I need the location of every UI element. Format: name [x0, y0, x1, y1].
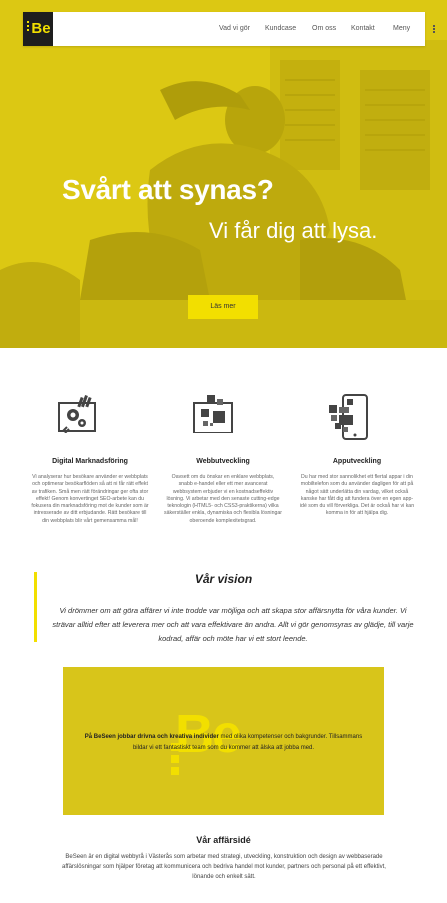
nav-link-om-oss[interactable]: Om oss [312, 12, 336, 46]
vision-title: Vår vision [194, 572, 253, 586]
logo[interactable]: Be [23, 12, 53, 46]
read-more-button[interactable]: Läs mer [188, 295, 258, 319]
business-idea-text: BeSeen är en digital webbyrå i Västerås … [62, 854, 386, 880]
hero-title: Svårt att synas? [62, 174, 274, 205]
web-blocks-icon [193, 395, 233, 433]
mobile-app-icon [329, 394, 368, 440]
service-text-web: Oavsett om du önskar en enklare webbplat… [164, 474, 282, 524]
nav-link-vad-vi-gor[interactable]: Vad vi gör [219, 12, 250, 46]
nav-link-meny[interactable]: Meny [393, 12, 410, 46]
service-text-marketing: Vi analyserar hur besökare använder er w… [31, 474, 149, 524]
team-text-bold: På BeSeen jobbar drivna och kreativa ind… [84, 734, 219, 740]
service-title-web: Webbutveckling [196, 458, 250, 465]
top-navigation: Be Vad vi gör Kundcase Om oss Kontakt Me… [23, 12, 435, 46]
marketing-gears-icon [58, 395, 96, 433]
service-title-marketing: Digital Marknadsföring [52, 458, 128, 465]
team-text: På BeSeen jobbar drivna och kreativa ind… [77, 732, 370, 754]
service-text-app: Du har med stor sannolikhet ett flertal … [299, 474, 415, 517]
menu-dots-icon[interactable] [433, 25, 435, 33]
vision-text: Vi drömmer om att göra affärer vi inte t… [52, 606, 414, 643]
nav-link-kontakt[interactable]: Kontakt [351, 12, 375, 46]
logo-dots [27, 21, 30, 33]
team-section: Be På BeSeen jobbar drivna och kreativa … [63, 667, 384, 815]
hero-section: Be Vad vi gör Kundcase Om oss Kontakt Me… [0, 0, 447, 348]
nav-link-kundcase[interactable]: Kundcase [265, 12, 296, 46]
business-idea-title: Vår affärsidé [196, 835, 251, 845]
service-title-app: Apputveckling [332, 458, 382, 465]
hero-subtitle: Vi får dig att lysa. [209, 218, 378, 243]
